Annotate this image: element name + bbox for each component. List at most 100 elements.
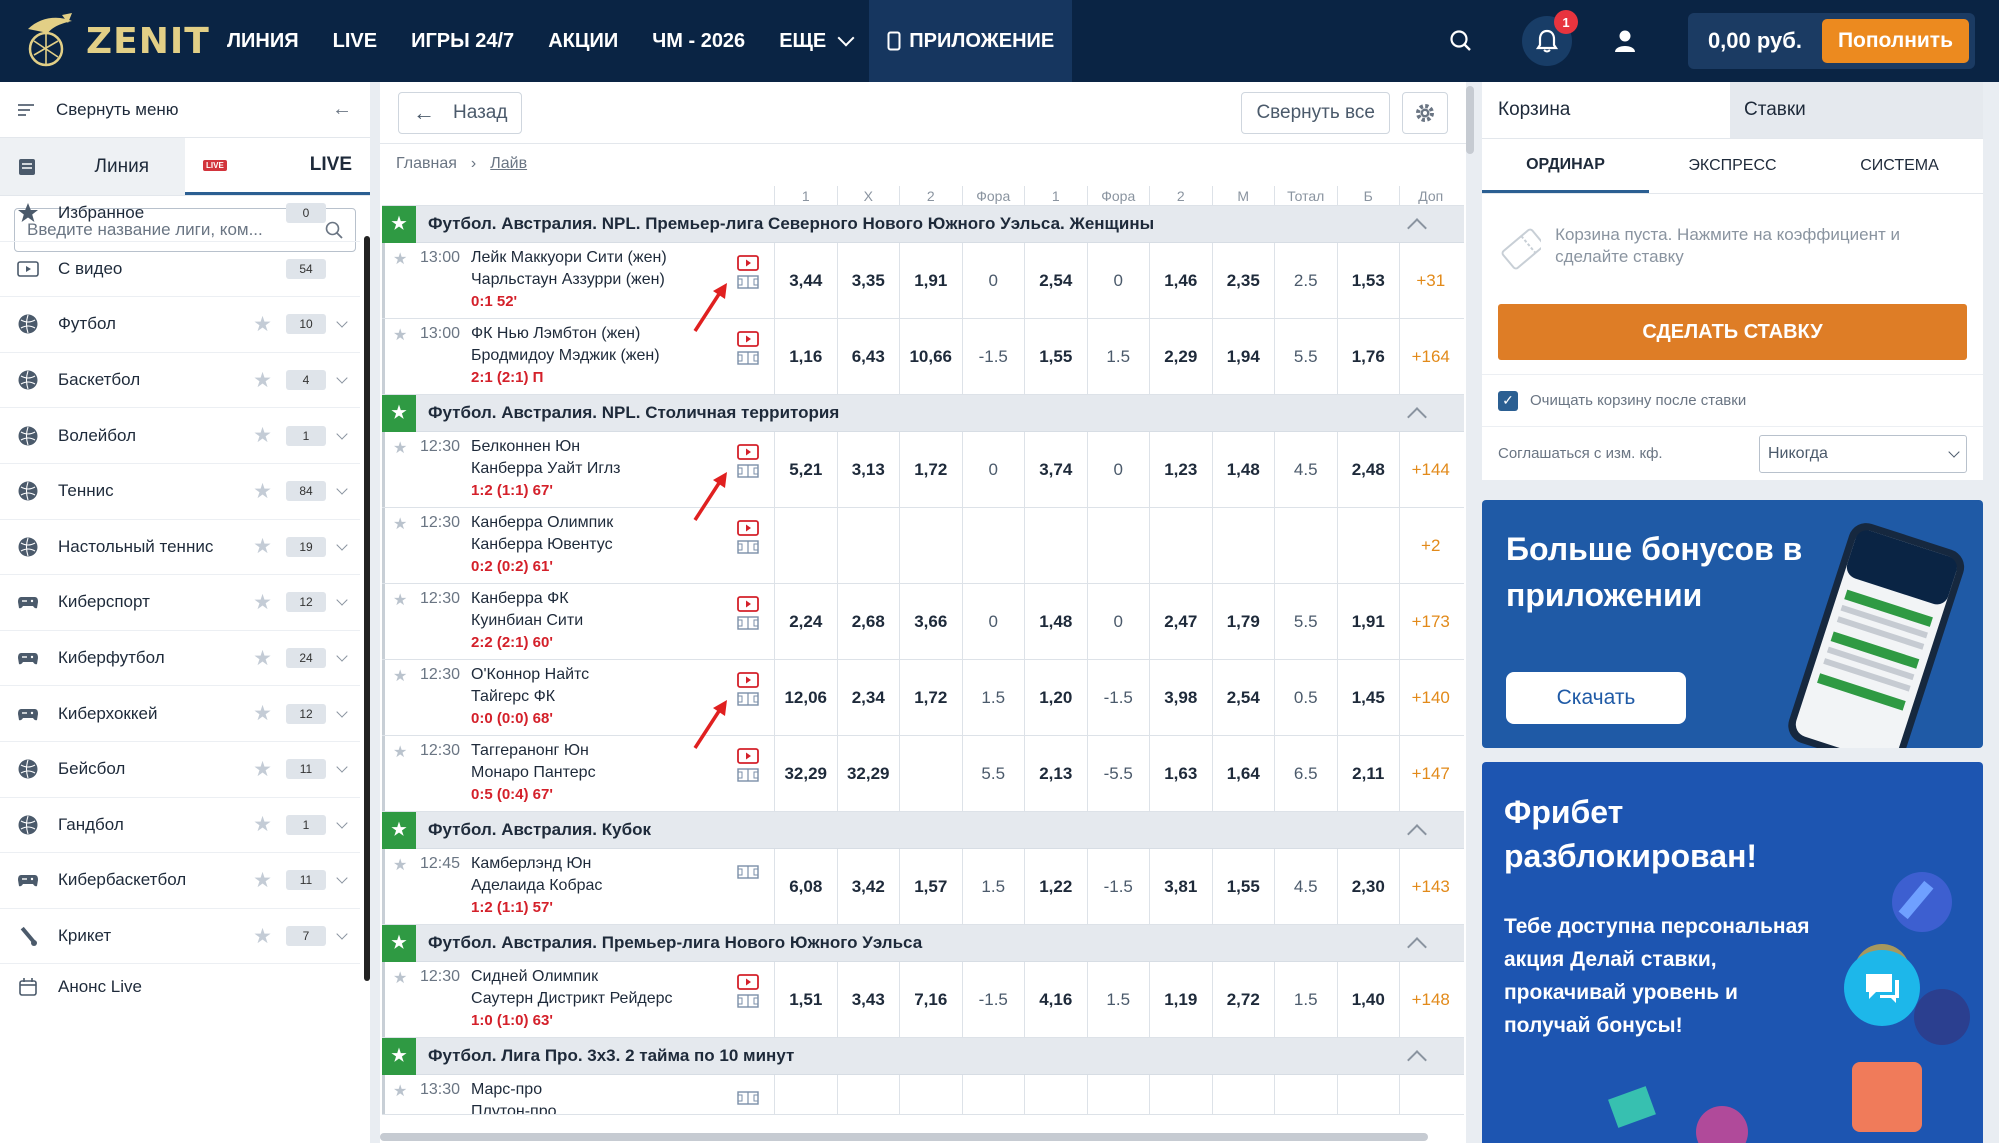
- more-markets-button[interactable]: +144: [1399, 432, 1462, 507]
- chevron-down-icon[interactable]: [336, 372, 348, 384]
- odds-cell[interactable]: [1149, 1075, 1212, 1114]
- field-icon[interactable]: [737, 275, 759, 289]
- odds-cell[interactable]: 2,48: [1336, 432, 1400, 507]
- odds-cell[interactable]: [836, 508, 900, 583]
- odds-cell[interactable]: 2,68: [836, 584, 900, 659]
- video-icon[interactable]: [737, 255, 759, 271]
- match-info[interactable]: ★ 12:30 Таггеранонг Юн Монаро Пантерс 0:5 (0…: [382, 736, 774, 811]
- match-info[interactable]: ★ 12:30 О'Коннор Найтс Тайгерс ФК 0:0 (0:0) …: [382, 660, 774, 749]
- sidebar-item-11[interactable]: Гандбол ★ 1: [0, 798, 360, 854]
- odds-cell[interactable]: 1,51: [774, 962, 837, 1037]
- star-icon[interactable]: ★: [393, 438, 407, 458]
- star-icon[interactable]: ★: [253, 924, 272, 949]
- odds-cell[interactable]: 1,79: [1211, 584, 1275, 659]
- odds-cell[interactable]: [1024, 1075, 1087, 1114]
- odds-cell[interactable]: -5.5: [1086, 736, 1150, 811]
- odds-cell[interactable]: 1,46: [1149, 243, 1212, 318]
- notifications-button[interactable]: 1: [1521, 10, 1578, 66]
- chevron-down-icon[interactable]: [336, 817, 348, 829]
- chevron-down-icon[interactable]: [336, 316, 348, 329]
- odds-cell[interactable]: [1024, 508, 1087, 583]
- sidebar-item-1[interactable]: С видео 54: [0, 242, 360, 298]
- back-button[interactable]: ← Назад: [398, 91, 523, 134]
- odds-cell[interactable]: 2.5: [1274, 243, 1337, 318]
- odds-cell[interactable]: 7,16: [899, 962, 962, 1037]
- video-icon[interactable]: [737, 331, 759, 347]
- sidebar-item-4[interactable]: Волейбол ★ 1: [0, 408, 360, 464]
- field-icon[interactable]: [737, 1091, 759, 1105]
- odds-cell[interactable]: 2,29: [1149, 319, 1212, 394]
- star-icon[interactable]: ★: [393, 590, 407, 610]
- odds-cell[interactable]: [1086, 508, 1150, 583]
- match-info[interactable]: ★ 13:30 Марс-про Плутон-про: [382, 1075, 774, 1114]
- chat-button[interactable]: [1844, 950, 1920, 1026]
- sidebar-item-6[interactable]: Настольный теннис ★ 19: [0, 520, 360, 576]
- odds-cell[interactable]: 2,30: [1336, 849, 1400, 924]
- horizontal-scrollbar[interactable]: [380, 1133, 1428, 1141]
- tab-express[interactable]: ЭКСПРЕСС: [1649, 139, 1816, 193]
- odds-cell[interactable]: 1,63: [1149, 736, 1212, 811]
- chevron-down-icon[interactable]: [336, 539, 348, 551]
- odds-cell[interactable]: 32,29: [774, 736, 837, 811]
- match-info[interactable]: ★ 12:30 Канберра ФК Куинбиан Сити 2:2 (2:1) …: [382, 584, 774, 659]
- odds-cell[interactable]: 0: [961, 584, 1025, 659]
- app-promo-banner[interactable]: Больше бонусов в приложении Скачать: [1482, 500, 1983, 748]
- chevron-up-icon[interactable]: [1407, 824, 1427, 844]
- sidebar-scrollbar[interactable]: [364, 236, 370, 981]
- video-icon[interactable]: [737, 520, 759, 536]
- match-info[interactable]: ★ 12:30 Белконнен Юн Канберра Уайт Иглз 1:2 …: [382, 432, 774, 521]
- odds-cell[interactable]: 1,20: [1024, 660, 1087, 735]
- video-icon[interactable]: [737, 672, 759, 688]
- star-icon[interactable]: ★: [393, 249, 407, 269]
- tab-system[interactable]: СИСТЕМА: [1816, 139, 1983, 193]
- deposit-button[interactable]: Пополнить: [1821, 19, 1969, 63]
- more-markets-button[interactable]: +164: [1399, 319, 1462, 394]
- odds-cell[interactable]: 2,54: [1024, 243, 1087, 318]
- more-markets-button[interactable]: +147: [1399, 736, 1462, 811]
- odds-cell[interactable]: 1.5: [1086, 319, 1150, 394]
- chevron-up-icon[interactable]: [1407, 937, 1427, 957]
- odds-cell[interactable]: 1,19: [1149, 962, 1212, 1037]
- odds-cell[interactable]: [836, 1075, 900, 1114]
- crumb-current[interactable]: Лайв: [490, 155, 527, 173]
- odds-cell[interactable]: [774, 1075, 837, 1114]
- star-icon[interactable]: ★: [253, 701, 272, 726]
- star-icon[interactable]: ★: [393, 1081, 407, 1101]
- odds-cell[interactable]: 1,94: [1211, 319, 1275, 394]
- chevron-down-icon[interactable]: [336, 761, 348, 773]
- logo[interactable]: ZENIT: [0, 0, 210, 82]
- odds-cell[interactable]: 2,11: [1336, 736, 1400, 811]
- field-icon[interactable]: [737, 994, 759, 1008]
- star-icon[interactable]: ★: [393, 742, 407, 762]
- odds-cell[interactable]: 1,55: [1024, 319, 1087, 394]
- odds-cell[interactable]: [1149, 508, 1212, 583]
- more-markets-button[interactable]: +173: [1399, 584, 1462, 659]
- odds-cell[interactable]: 1.5: [1274, 962, 1337, 1037]
- match-info[interactable]: ★ 12:45 Камберлэнд Юн Аделаида Кобрас 1:2 (1…: [382, 849, 774, 924]
- events-scrollbar[interactable]: [1466, 86, 1474, 154]
- odds-cell[interactable]: 0: [961, 243, 1025, 318]
- chevron-down-icon[interactable]: [336, 872, 348, 885]
- odds-cell[interactable]: 6.5: [1274, 736, 1337, 811]
- field-icon[interactable]: [737, 540, 759, 554]
- chevron-down-icon[interactable]: [336, 483, 348, 495]
- odds-cell[interactable]: [899, 508, 962, 583]
- sidebar-item-2[interactable]: Футбол ★ 10: [0, 297, 360, 353]
- odds-cell[interactable]: 0: [1086, 243, 1150, 318]
- odds-cell[interactable]: 4,16: [1024, 962, 1087, 1037]
- odds-cell[interactable]: 3,42: [836, 849, 900, 924]
- chevron-down-icon[interactable]: [336, 705, 348, 718]
- odds-cell[interactable]: 32,29: [836, 736, 900, 811]
- star-icon[interactable]: ★: [382, 205, 416, 243]
- odds-cell[interactable]: 0.5: [1274, 660, 1337, 735]
- odds-cell[interactable]: 2,54: [1211, 660, 1275, 735]
- collapse-menu[interactable]: Свернуть меню ←: [0, 82, 370, 138]
- odds-cell[interactable]: 2,72: [1211, 962, 1275, 1037]
- odds-cell[interactable]: 3,13: [836, 432, 900, 507]
- star-icon[interactable]: ★: [393, 855, 407, 875]
- odds-cell[interactable]: 0: [1086, 432, 1150, 507]
- user-icon[interactable]: [1602, 18, 1648, 64]
- field-icon[interactable]: [737, 768, 759, 782]
- odds-cell[interactable]: [899, 736, 962, 811]
- nav-more[interactable]: ЕЩЕ: [762, 0, 869, 82]
